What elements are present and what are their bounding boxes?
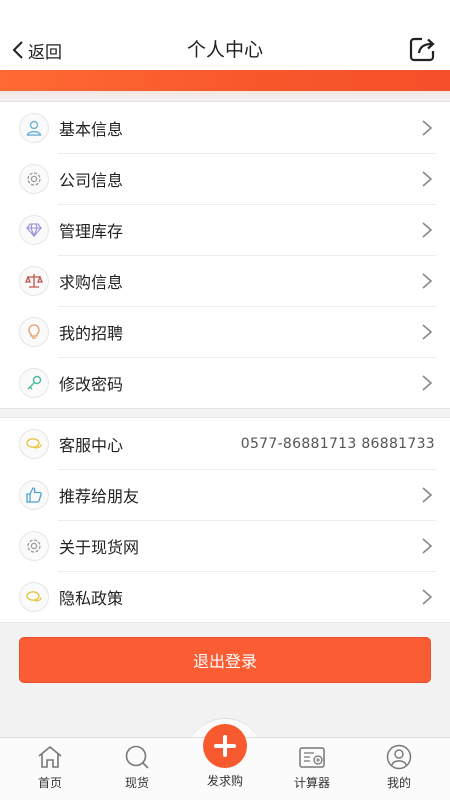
lightbulb-icon <box>19 316 49 347</box>
scale-icon <box>19 265 49 296</box>
nav-bar: 返回 个人中心 <box>0 30 450 70</box>
plus-icon <box>214 735 236 757</box>
chevron-right-icon <box>422 537 433 554</box>
profile-icon <box>386 744 412 770</box>
menu-item-change-password[interactable]: 修改密码 <box>0 357 450 408</box>
menu-item-label: 求购信息 <box>59 272 124 292</box>
menu-item-label: 管理库存 <box>59 221 124 241</box>
menu-item-label: 关于现货网 <box>59 537 140 557</box>
post-request-button[interactable] <box>203 724 247 768</box>
tab-spot[interactable]: 现货 <box>92 738 182 800</box>
tab-mine[interactable]: 我的 <box>354 738 444 800</box>
tab-label: 计算器 <box>293 776 330 790</box>
menu-item-privacy-policy[interactable]: 隐私政策 <box>0 571 450 622</box>
menu-item-basic-info[interactable]: 基本信息 <box>0 102 450 153</box>
chevron-right-icon <box>422 374 433 391</box>
menu-item-label: 隐私政策 <box>59 588 124 608</box>
logout-button[interactable]: 退出登录 <box>19 637 431 683</box>
gear-icon <box>19 163 49 194</box>
chevron-right-icon <box>422 170 433 187</box>
chevron-right-icon <box>422 588 433 605</box>
menu-item-my-recruitment[interactable]: 我的招聘 <box>0 306 450 357</box>
chevron-right-icon <box>422 221 433 238</box>
chat-icon <box>19 428 49 459</box>
menu-item-label: 基本信息 <box>59 119 124 139</box>
menu-item-label: 修改密码 <box>59 374 124 394</box>
menu-item-label: 客服中心 <box>59 435 124 455</box>
menu-group-account: 基本信息 公司信息 管理库存 求购信息 我的招聘 修改密码 <box>0 101 450 409</box>
menu-group-support: 客服中心 0577-86881713 86881733 推荐给朋友 关于现货网 … <box>0 417 450 623</box>
chevron-right-icon <box>422 323 433 340</box>
calculator-icon <box>299 747 325 768</box>
tab-label: 我的 <box>386 776 411 790</box>
tab-post-label[interactable]: 发求购 <box>180 772 270 789</box>
key-icon <box>19 367 49 398</box>
menu-item-purchase-info[interactable]: 求购信息 <box>0 255 450 306</box>
search-icon <box>125 745 149 769</box>
service-phone-numbers[interactable]: 0577-86881713 86881733 <box>241 436 435 452</box>
tab-calculator[interactable]: 计算器 <box>267 738 357 800</box>
menu-item-about[interactable]: 关于现货网 <box>0 520 450 571</box>
tab-home[interactable]: 首页 <box>5 738 95 800</box>
thumbs-up-icon <box>19 479 49 510</box>
share-icon[interactable] <box>408 34 438 64</box>
status-bar <box>0 0 450 30</box>
menu-item-label: 我的招聘 <box>59 323 124 343</box>
header-banner <box>0 70 450 101</box>
menu-item-customer-service[interactable]: 客服中心 0577-86881713 86881733 <box>0 418 450 469</box>
menu-item-manage-inventory[interactable]: 管理库存 <box>0 204 450 255</box>
tab-label: 首页 <box>37 776 62 790</box>
menu-item-label: 推荐给朋友 <box>59 486 140 506</box>
diamond-icon <box>19 214 49 245</box>
gear-icon <box>19 530 49 561</box>
user-icon <box>19 112 49 143</box>
chevron-right-icon <box>422 486 433 503</box>
chevron-right-icon <box>422 119 433 136</box>
chat-icon <box>19 581 49 612</box>
menu-item-label: 公司信息 <box>59 170 124 190</box>
menu-item-recommend-friend[interactable]: 推荐给朋友 <box>0 469 450 520</box>
page-title: 个人中心 <box>186 39 263 61</box>
tab-label: 现货 <box>124 776 149 790</box>
menu-item-company-info[interactable]: 公司信息 <box>0 153 450 204</box>
chevron-right-icon <box>422 272 433 289</box>
home-icon <box>38 745 62 768</box>
